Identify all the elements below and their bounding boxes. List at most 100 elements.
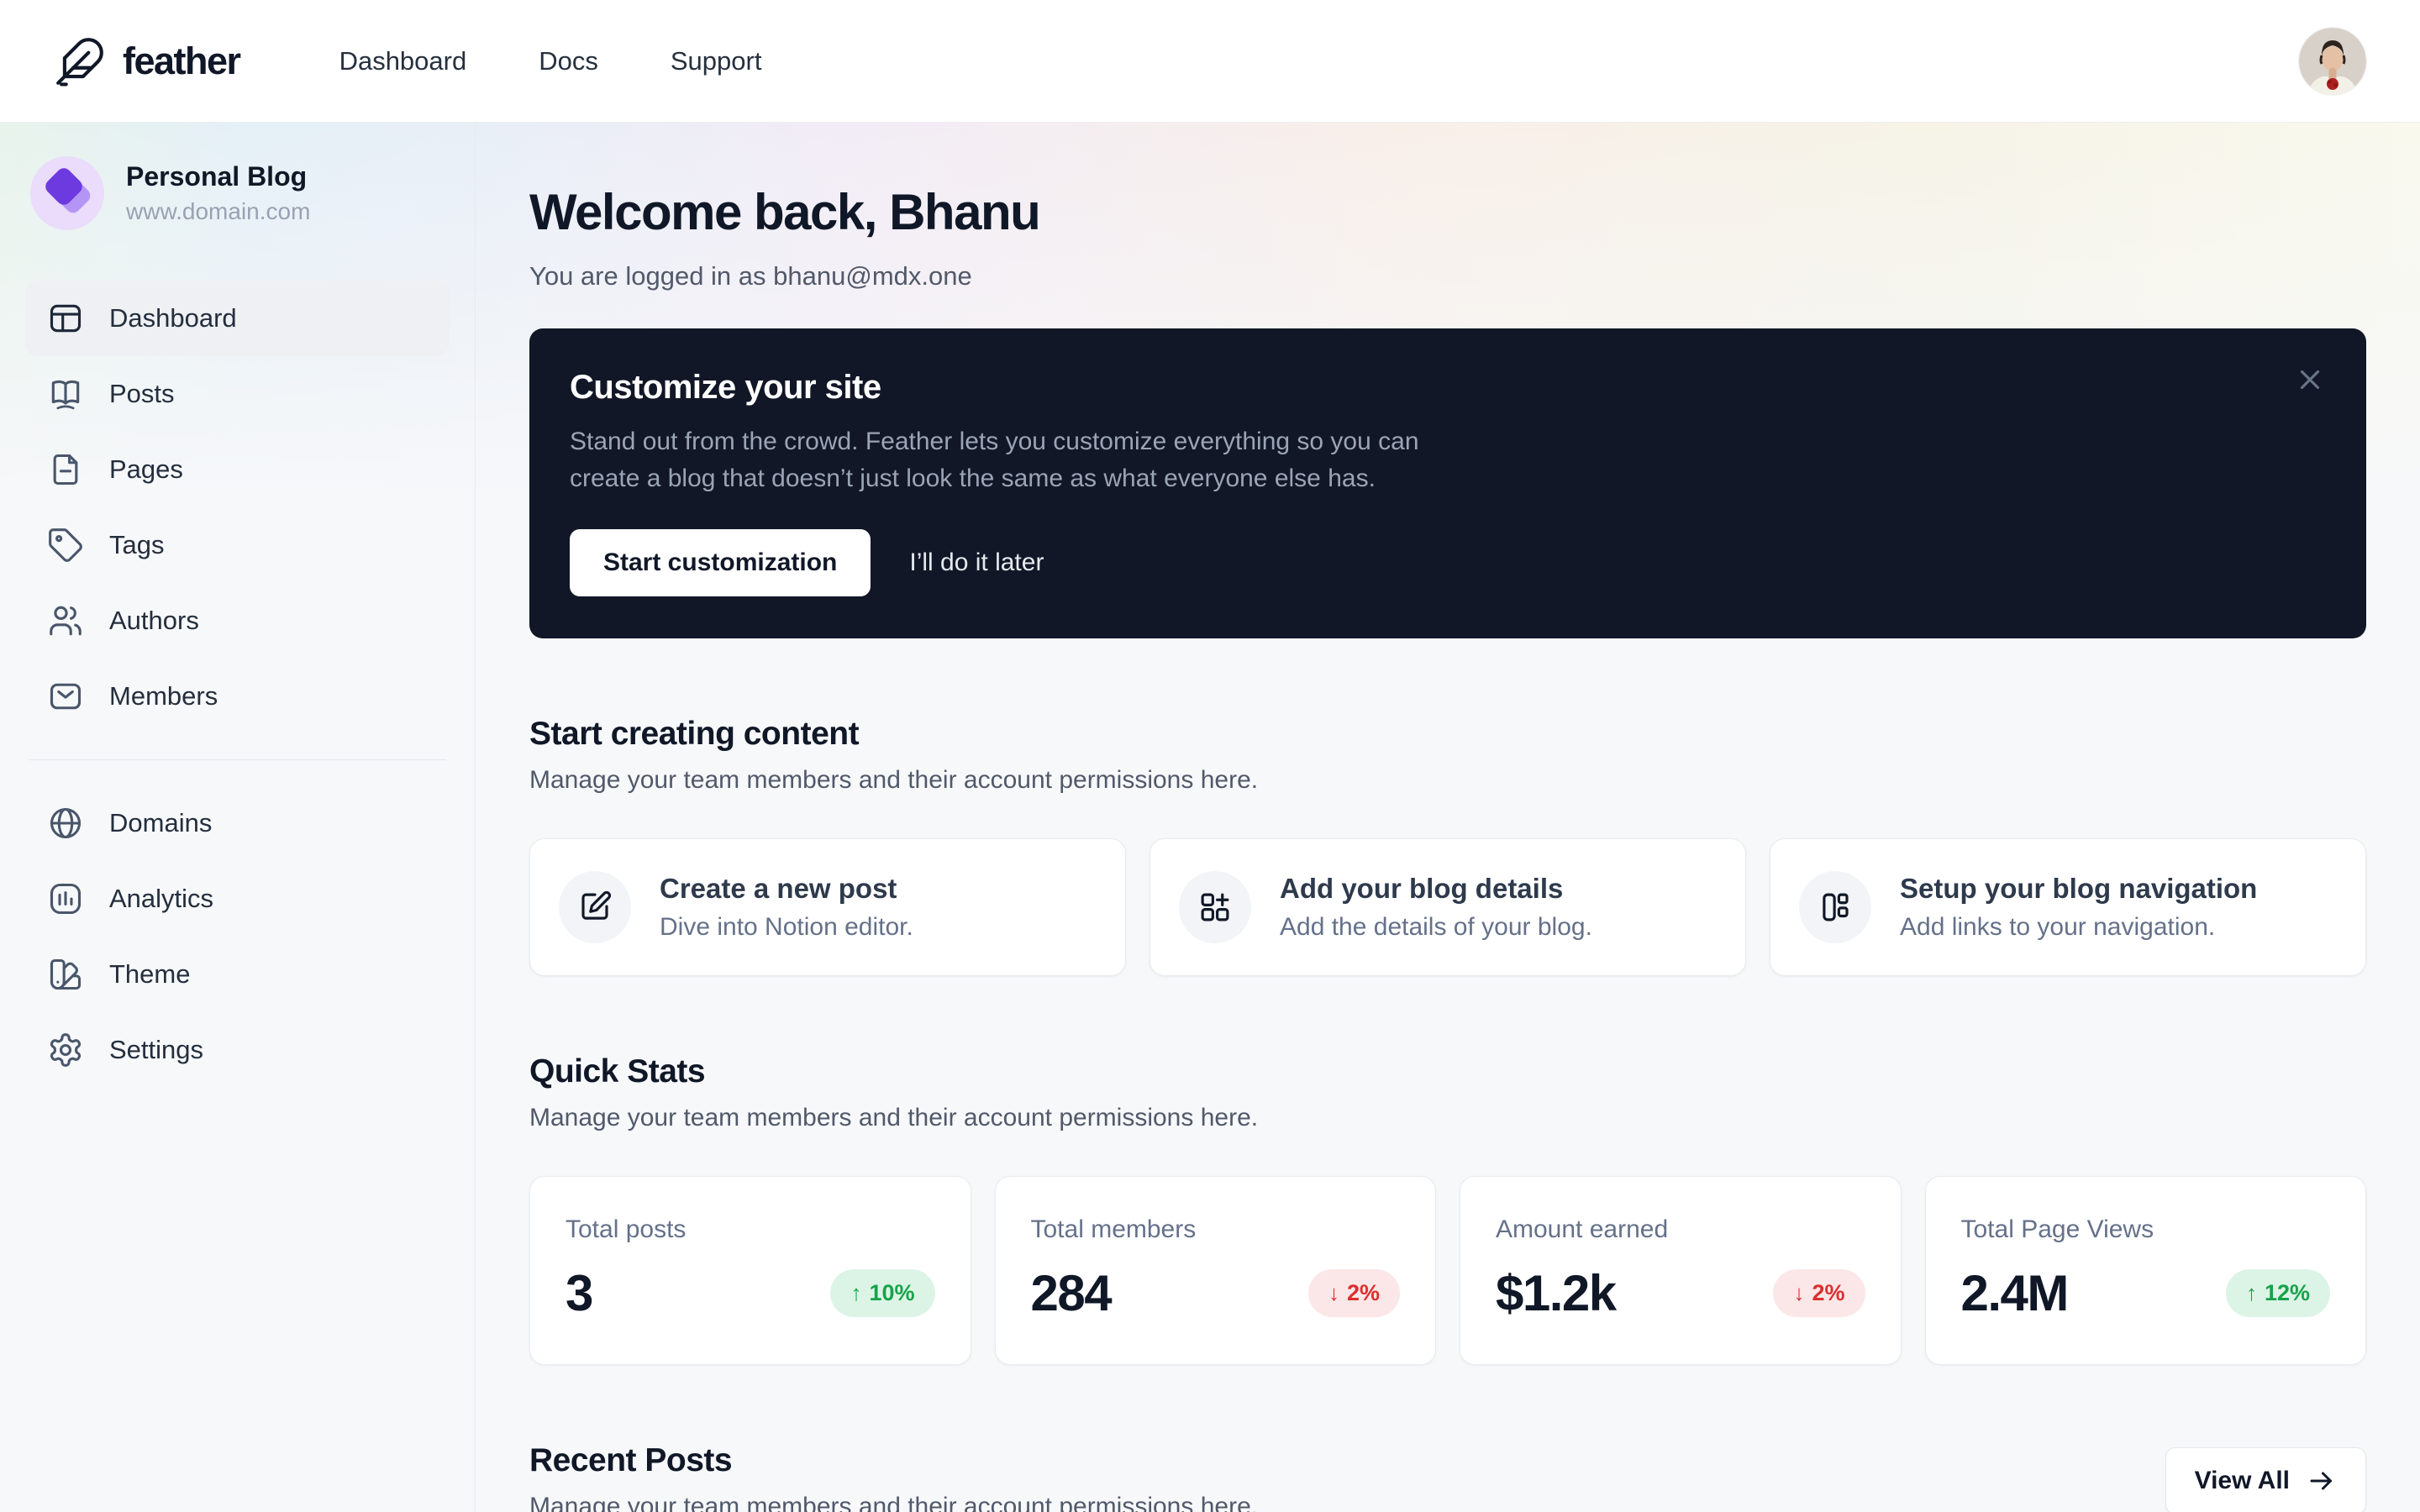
sidebar-item-tags[interactable]: Tags [25, 507, 450, 583]
sidebar-item-label: Domains [109, 808, 213, 837]
brand[interactable]: feather [54, 35, 241, 87]
blog-switcher[interactable]: Personal Blog www.domain.com [25, 151, 450, 235]
blog-domain: www.domain.com [126, 198, 311, 224]
main-content: Welcome back, Bhanu You are logged in as… [476, 123, 2420, 1512]
login-status: You are logged in as bhanu@mdx.one [529, 261, 972, 291]
nav-item-dashboard[interactable]: Dashboard [339, 46, 467, 76]
stat-cards: Total posts 3 ↑ 10% Total members 284 ↓ … [529, 1176, 2366, 1366]
swatch-book-icon [47, 956, 84, 993]
create-content-section: Start creating content Manage your team … [529, 716, 2366, 977]
stat-card-page-views: Total Page Views 2.4M ↑ 12% [1924, 1176, 2366, 1366]
stat-change-badge: ↓ 2% [1773, 1269, 1865, 1318]
section-subtitle: Manage your team members and their accou… [529, 766, 1259, 795]
sidebar: Personal Blog www.domain.com Dashboard P… [0, 123, 476, 1512]
page-body: Personal Blog www.domain.com Dashboard P… [0, 123, 2420, 1512]
page-title: Welcome back, Bhanu [529, 184, 1041, 240]
card-subtitle: Dive into Notion editor. [660, 913, 913, 942]
stat-change-value: 2% [1812, 1280, 1845, 1306]
stat-change-value: 12% [2264, 1280, 2310, 1306]
book-open-icon [47, 375, 84, 412]
stat-value: 3 [566, 1265, 593, 1322]
stat-label: Total Page Views [1960, 1215, 2154, 1244]
sidebar-item-label: Tags [109, 530, 165, 559]
arrow-up-icon: ↑ [850, 1280, 862, 1306]
create-cards: Create a new post Dive into Notion edito… [529, 838, 2366, 977]
section-subtitle: Manage your team members and their accou… [529, 1104, 1259, 1132]
tag-icon [47, 527, 84, 564]
sidebar-item-authors[interactable]: Authors [25, 583, 450, 659]
start-customization-button[interactable]: Start customization [570, 529, 871, 597]
card-subtitle: Add the details of your blog. [1280, 913, 1592, 942]
sidebar-item-label: Authors [109, 606, 199, 635]
create-post-card[interactable]: Create a new post Dive into Notion edito… [529, 838, 1126, 977]
card-title: Create a new post [660, 873, 897, 905]
blog-details-card[interactable]: Add your blog details Add the details of… [1150, 838, 1746, 977]
edit-pencil-icon [559, 871, 631, 944]
section-title: Quick Stats [529, 1053, 706, 1090]
mail-icon [47, 678, 84, 715]
section-subtitle: Manage your team members and their accou… [529, 1493, 1259, 1512]
nav-item-docs[interactable]: Docs [539, 46, 598, 76]
file-text-icon [47, 451, 84, 488]
gear-icon [47, 1032, 84, 1068]
arrow-down-icon: ↓ [1793, 1280, 1805, 1306]
sidebar-item-label: Posts [109, 379, 175, 408]
stat-change-value: 10% [869, 1280, 915, 1306]
arrow-up-icon: ↑ [2245, 1280, 2257, 1306]
stat-change-badge: ↑ 10% [830, 1269, 935, 1318]
sidebar-nav-top: Dashboard Posts Pages Tags Authors Membe… [25, 281, 450, 734]
sidebar-nav-bottom: Domains Analytics Theme Settings [25, 785, 450, 1088]
stat-label: Amount earned [1496, 1215, 1669, 1244]
globe-icon [47, 805, 84, 842]
stat-value: $1.2k [1496, 1265, 1617, 1322]
section-title: Recent Posts [529, 1442, 733, 1479]
section-title: Start creating content [529, 716, 860, 753]
stat-value: 284 [1030, 1265, 1113, 1322]
sidebar-item-theme[interactable]: Theme [25, 937, 450, 1012]
blog-navigation-card[interactable]: Setup your blog navigation Add links to … [1770, 838, 2366, 977]
blog-logo-icon [30, 156, 104, 230]
stat-card-total-posts: Total posts 3 ↑ 10% [529, 1176, 971, 1366]
bar-chart-icon [47, 880, 84, 917]
do-it-later-button[interactable]: I’ll do it later [909, 549, 1044, 577]
sidebar-item-domains[interactable]: Domains [25, 785, 450, 861]
sidebar-item-members[interactable]: Members [25, 659, 450, 734]
user-avatar[interactable] [2299, 27, 2366, 95]
sidebar-item-analytics[interactable]: Analytics [25, 861, 450, 937]
dashboard-panel-icon [47, 300, 84, 337]
nav-item-support[interactable]: Support [671, 46, 762, 76]
view-all-button[interactable]: View All [2165, 1447, 2366, 1512]
banner-close-button[interactable] [2294, 364, 2326, 396]
quick-stats-section: Quick Stats Manage your team members and… [529, 1053, 2366, 1366]
banner-title: Customize your site [570, 369, 881, 406]
stat-change-badge: ↑ 12% [2225, 1269, 2330, 1318]
view-all-label: View All [2194, 1467, 2290, 1495]
feather-logo-icon [54, 35, 106, 87]
banner-text: Stand out from the crowd. Feather lets y… [570, 428, 1419, 493]
brand-name: feather [123, 39, 241, 82]
stat-change-value: 2% [1346, 1280, 1380, 1306]
app-header: feather Dashboard Docs Support [0, 0, 2420, 123]
sidebar-item-label: Theme [109, 959, 191, 989]
blog-name: Personal Blog [126, 161, 308, 192]
arrow-down-icon: ↓ [1328, 1280, 1339, 1306]
stat-label: Total members [1030, 1215, 1197, 1244]
sidebar-item-posts[interactable]: Posts [25, 356, 450, 432]
recent-posts-section: Recent Posts Manage your team members an… [529, 1442, 2366, 1512]
banner-actions: Start customization I’ll do it later [570, 529, 2326, 597]
sidebar-item-pages[interactable]: Pages [25, 432, 450, 507]
stat-change-badge: ↓ 2% [1307, 1269, 1400, 1318]
top-navigation: Dashboard Docs Support [339, 46, 762, 76]
users-icon [47, 602, 84, 639]
sidebar-item-label: Dashboard [109, 303, 237, 333]
card-subtitle: Add links to your navigation. [1900, 913, 2216, 942]
stat-card-total-members: Total members 284 ↓ 2% [994, 1176, 1436, 1366]
sidebar-item-settings[interactable]: Settings [25, 1012, 450, 1088]
stat-card-amount-earned: Amount earned $1.2k ↓ 2% [1460, 1176, 1902, 1366]
squares-plus-icon [1179, 871, 1251, 944]
sidebar-item-label: Members [109, 681, 218, 711]
sidebar-item-dashboard[interactable]: Dashboard [25, 281, 450, 356]
layout-panels-icon [1799, 871, 1871, 944]
card-title: Setup your blog navigation [1900, 873, 2258, 905]
sidebar-divider [29, 759, 446, 760]
